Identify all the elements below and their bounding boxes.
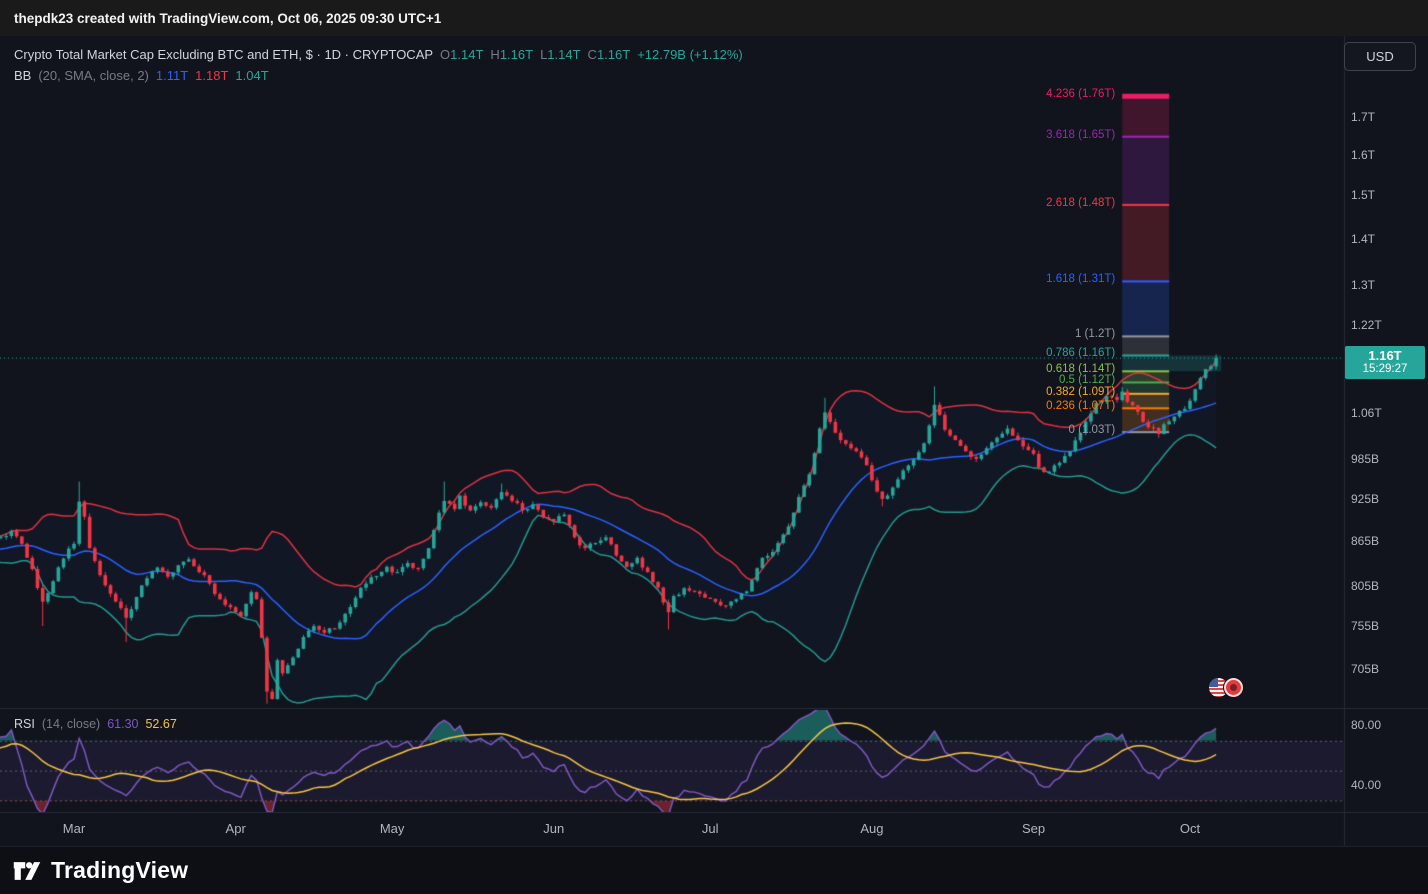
currency-toggle-button[interactable]: USD (1344, 42, 1416, 71)
caption-text: thepdk23 created with TradingView.com, O… (14, 11, 441, 26)
daily-change: +12.79B (+1.12%) (637, 47, 743, 62)
bb-upper-value: 1.18T (195, 68, 228, 83)
time-axis-label: Apr (226, 821, 246, 836)
price-axis-label: 755B (1351, 619, 1379, 633)
price-axis[interactable]: 1.16T 15:29:27 1.7T 1.6T 1.5T 1.4T 1.3T 1.22T… (1344, 36, 1428, 812)
event-flag-markers[interactable] (1208, 677, 1244, 698)
symbol-legend-row[interactable]: Crypto Total Market Cap Excluding BTC an… (14, 44, 743, 65)
price-axis-label: 1.22T (1351, 318, 1382, 332)
rsi-params: (14, close) (42, 717, 100, 731)
ohlc-high: H1.16T (490, 47, 533, 62)
screenshot-caption-bar: thepdk23 created with TradingView.com, O… (0, 0, 1428, 36)
time-axis-label: Jul (702, 821, 719, 836)
ohlc-open: O1.14T (440, 47, 483, 62)
time-axis-label: Sep (1022, 821, 1045, 836)
price-axis-label: 925B (1351, 492, 1379, 506)
price-axis-label: 1.4T (1351, 232, 1375, 246)
price-axis-label: 805B (1351, 579, 1379, 593)
rsi-value: 61.30 (107, 717, 138, 731)
chart-legend: Crypto Total Market Cap Excluding BTC an… (14, 44, 743, 86)
time-axis-label: Oct (1180, 821, 1200, 836)
price-axis-label: 1.7T (1351, 110, 1375, 124)
price-axis-label: 1.06T (1351, 406, 1382, 420)
bb-legend-row[interactable]: BB (20, SMA, close, 2) 1.11T 1.18T 1.04T (14, 65, 743, 86)
price-axis-label: 985B (1351, 452, 1379, 466)
bb-lower-value: 1.04T (235, 68, 268, 83)
rsi-name: RSI (14, 717, 35, 731)
time-axis-label: May (380, 821, 405, 836)
symbol-title: Crypto Total Market Cap Excluding BTC an… (14, 47, 433, 62)
price-axis-label: 1.6T (1351, 148, 1375, 162)
price-axis-label: 705B (1351, 662, 1379, 676)
bb-params: (20, SMA, close, 2) (38, 68, 149, 83)
rsi-ma-value: 52.67 (145, 717, 176, 731)
rsi-axis-label: 80.00 (1351, 718, 1381, 732)
time-axis[interactable]: Mar Apr May Jun Jul Aug Sep Oct (0, 812, 1344, 846)
time-axis-label: Jun (543, 821, 564, 836)
rsi-axis-label: 40.00 (1351, 778, 1381, 792)
bb-basis-value: 1.11T (156, 68, 188, 83)
chart-area[interactable]: Crypto Total Market Cap Excluding BTC an… (0, 36, 1428, 846)
price-chart-canvas[interactable] (0, 36, 1428, 846)
time-axis-label: Aug (860, 821, 883, 836)
bar-countdown: 15:29:27 (1345, 363, 1425, 376)
current-price-value: 1.16T (1345, 348, 1425, 363)
bb-name: BB (14, 68, 31, 83)
footer-brand-bar: TradingView (0, 846, 1428, 894)
red-flag-icon[interactable] (1223, 677, 1244, 698)
price-axis-label: 1.3T (1351, 278, 1375, 292)
ohlc-close: C1.16T (588, 47, 631, 62)
ohlc-low: L1.14T (540, 47, 580, 62)
price-axis-label: 1.5T (1351, 188, 1375, 202)
tradingview-wordmark[interactable]: TradingView (51, 857, 188, 884)
rsi-legend-row[interactable]: RSI (14, close) 61.30 52.67 (14, 717, 177, 731)
time-axis-label: Mar (63, 821, 85, 836)
tradingview-logo-icon[interactable] (12, 858, 42, 884)
current-price-badge: 1.16T 15:29:27 (1345, 346, 1425, 379)
price-axis-label: 865B (1351, 534, 1379, 548)
